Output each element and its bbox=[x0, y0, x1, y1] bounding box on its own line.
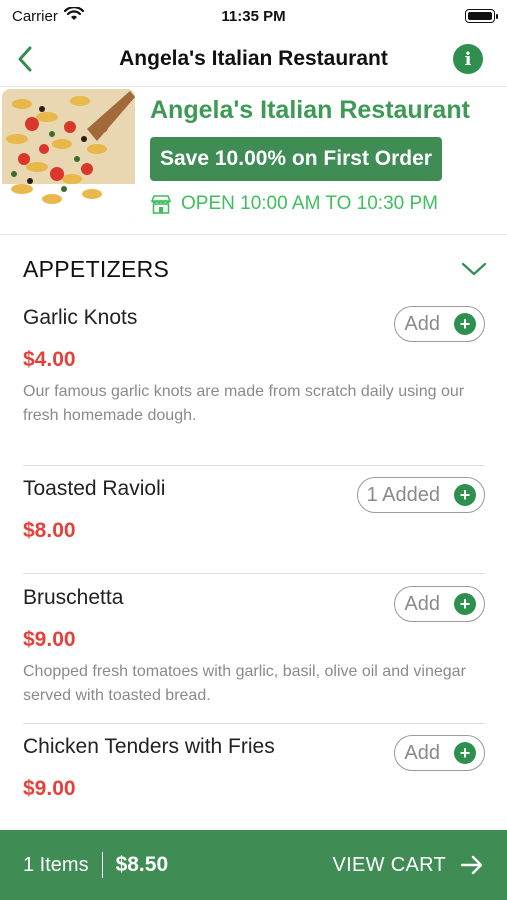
cart-total: $8.50 bbox=[115, 853, 169, 876]
chevron-left-icon bbox=[18, 46, 32, 72]
added-button[interactable]: 1 Added + bbox=[356, 477, 485, 513]
info-button[interactable]: i bbox=[453, 44, 483, 74]
item-price: $4.00 bbox=[23, 348, 76, 371]
divider bbox=[23, 573, 485, 574]
info-icon: i bbox=[464, 48, 472, 70]
item-price: $8.00 bbox=[23, 519, 76, 542]
restaurant-name: Angela's Italian Restaurant bbox=[150, 96, 470, 124]
carrier-label: Carrier bbox=[12, 7, 58, 25]
chevron-down-icon[interactable] bbox=[461, 259, 487, 279]
menu-item-toasted-ravioli: Toasted Ravioli $8.00 1 Added + bbox=[23, 477, 485, 543]
add-button-label: Add bbox=[404, 592, 440, 615]
item-description: Our famous garlic knots are made from sc… bbox=[23, 383, 465, 424]
menu-item-bruschetta: Bruschetta $9.00 Chopped fresh tomatoes … bbox=[23, 586, 485, 708]
menu-list[interactable]: APPETIZERS Garlic Knots $4.00 Our famous… bbox=[0, 236, 507, 830]
restaurant-header: Angela's Italian Restaurant Save 10.00% … bbox=[0, 87, 507, 235]
store-icon bbox=[150, 195, 172, 214]
plus-icon: + bbox=[454, 484, 476, 506]
status-left: Carrier bbox=[12, 6, 84, 25]
restaurant-image bbox=[2, 89, 135, 222]
back-button[interactable] bbox=[10, 44, 40, 74]
item-description: Chopped fresh tomatoes with garlic, basi… bbox=[23, 663, 466, 704]
arrow-right-icon bbox=[460, 855, 483, 875]
add-button-label: 1 Added bbox=[366, 483, 440, 506]
divider bbox=[23, 723, 485, 724]
add-button-label: Add bbox=[404, 741, 440, 764]
hours-label: OPEN 10:00 AM TO 10:30 PM bbox=[181, 193, 438, 214]
divider bbox=[23, 465, 485, 466]
plus-icon: + bbox=[454, 742, 476, 764]
section-title: APPETIZERS bbox=[23, 256, 170, 282]
status-bar: Carrier 11:35 PM bbox=[0, 0, 507, 32]
scroll-fade bbox=[0, 800, 507, 830]
promo-badge: Save 10.00% on First Order bbox=[150, 137, 442, 181]
status-time: 11:35 PM bbox=[221, 7, 286, 25]
plus-icon: + bbox=[454, 593, 476, 615]
wifi-icon bbox=[63, 6, 84, 25]
battery-icon bbox=[465, 9, 498, 23]
view-cart-button[interactable]: VIEW CART bbox=[333, 854, 484, 877]
add-button[interactable]: Add + bbox=[394, 735, 485, 771]
plus-icon: + bbox=[454, 313, 476, 335]
add-button[interactable]: Add + bbox=[394, 586, 485, 622]
cart-count: 1 Items bbox=[23, 853, 89, 876]
view-cart-label: VIEW CART bbox=[332, 853, 446, 876]
cart-separator bbox=[101, 852, 103, 878]
cart-bar[interactable]: 1 Items $8.50 VIEW CART bbox=[0, 830, 507, 900]
menu-item-garlic-knots: Garlic Knots $4.00 Our famous garlic kno… bbox=[23, 306, 485, 428]
add-button[interactable]: Add + bbox=[394, 306, 485, 342]
item-price: $9.00 bbox=[23, 777, 76, 800]
nav-bar: Angela's Italian Restaurant i bbox=[0, 32, 507, 87]
page-title: Angela's Italian Restaurant bbox=[119, 47, 388, 70]
item-price: $9.00 bbox=[23, 628, 76, 651]
hours-row: OPEN 10:00 AM TO 10:30 PM bbox=[150, 193, 438, 215]
menu-item-chicken-tenders: Chicken Tenders with Fries $9.00 Add + bbox=[23, 735, 485, 801]
add-button-label: Add bbox=[404, 312, 440, 335]
